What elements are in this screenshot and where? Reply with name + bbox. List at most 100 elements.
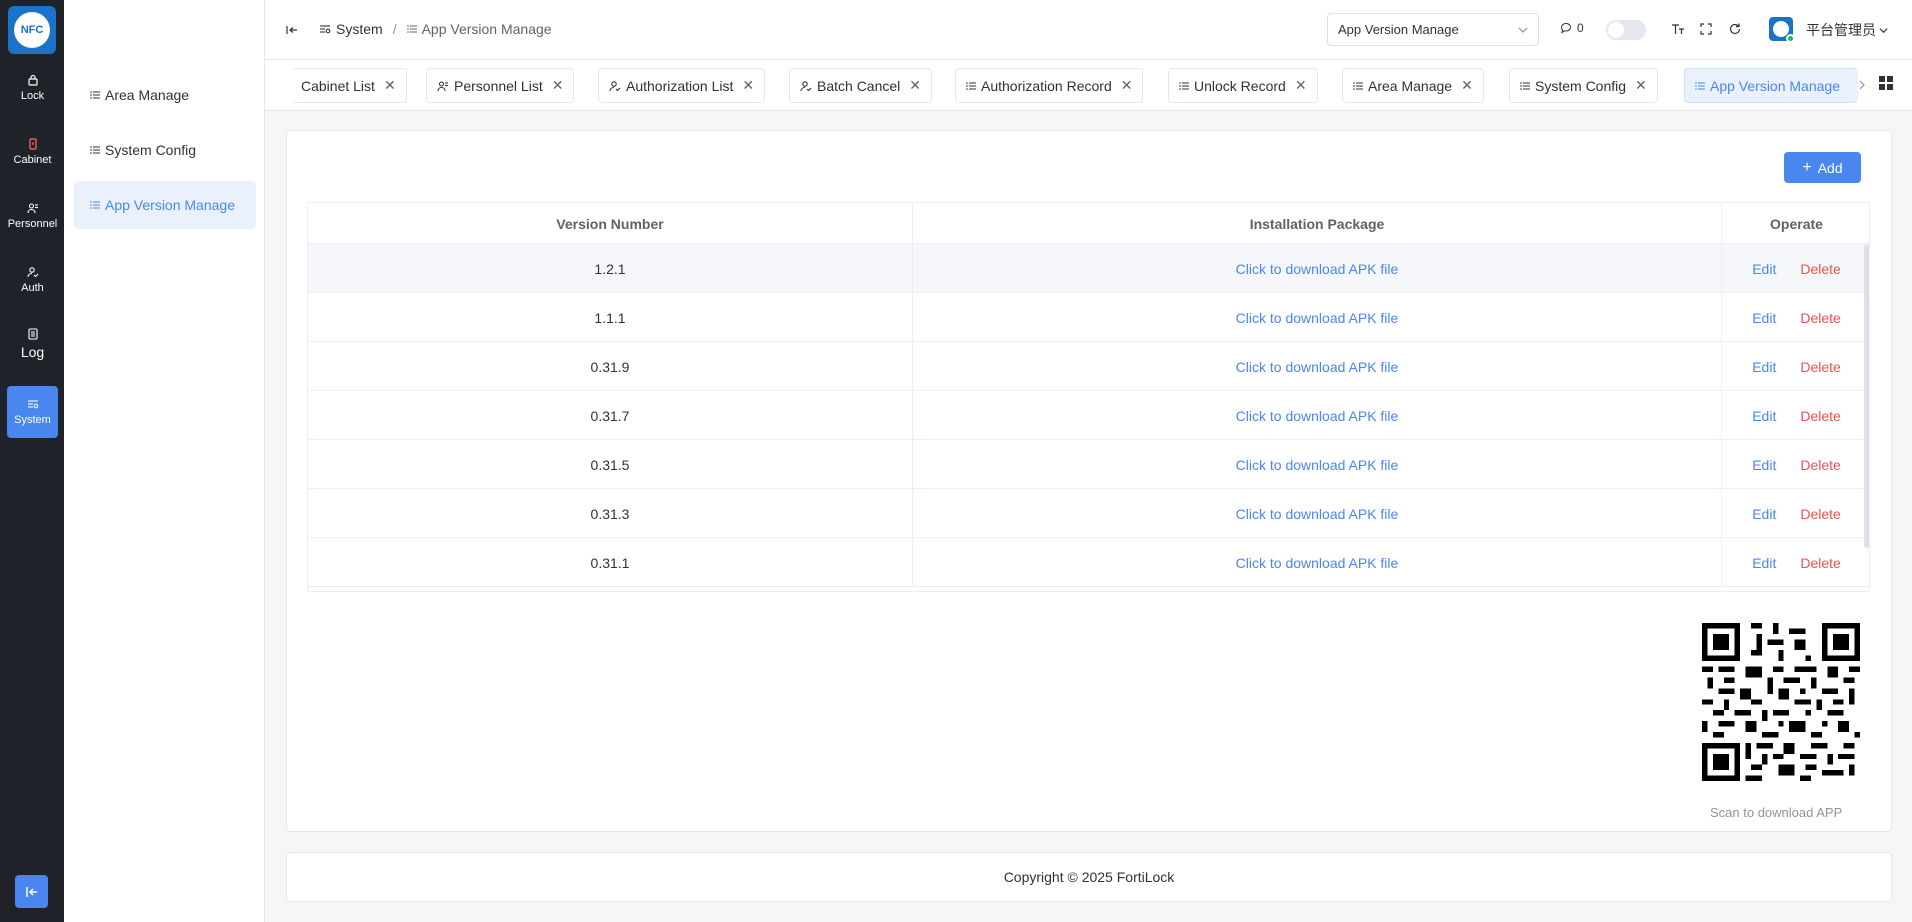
delete-button[interactable]: Delete bbox=[1800, 359, 1840, 375]
close-icon[interactable]: ✕ bbox=[1295, 77, 1307, 94]
submenu-item-system-config[interactable]: System Config bbox=[74, 126, 256, 174]
user-menu[interactable]: 平台管理员 bbox=[1806, 20, 1888, 40]
add-button[interactable]: + Add bbox=[1784, 152, 1861, 183]
message-icon bbox=[1560, 22, 1572, 34]
fold-sidebar-icon[interactable] bbox=[285, 23, 299, 37]
tab-personnel-list[interactable]: Personnel List ✕ bbox=[426, 68, 575, 103]
list-icon bbox=[1179, 81, 1189, 90]
download-apk-link[interactable]: Click to download APK file bbox=[1236, 457, 1399, 473]
download-apk-link[interactable]: Click to download APK file bbox=[1236, 408, 1399, 424]
user-name: 平台管理员 bbox=[1806, 22, 1876, 38]
delete-button[interactable]: Delete bbox=[1800, 506, 1840, 522]
list-icon bbox=[406, 25, 417, 33]
download-apk-link[interactable]: Click to download APK file bbox=[1236, 310, 1399, 326]
close-icon[interactable]: ✕ bbox=[742, 77, 754, 94]
breadcrumb-label: App Version Manage bbox=[421, 21, 552, 37]
tabs-bar: Cabinet List ✕ Personnel List ✕ Authoriz… bbox=[265, 60, 1912, 111]
collapse-left-icon bbox=[25, 886, 37, 897]
table-row: 0.31.7 Click to download APK file Edit De… bbox=[308, 391, 1869, 440]
cabinet-icon bbox=[28, 138, 37, 150]
online-status-dot bbox=[1786, 34, 1795, 43]
plus-icon: + bbox=[1802, 158, 1812, 176]
breadcrumb-separator: / bbox=[392, 21, 397, 37]
menu-search-select[interactable]: App Version Manage bbox=[1327, 13, 1539, 46]
version-table: Version Number Installation Package Oper… bbox=[307, 202, 1870, 592]
edit-button[interactable]: Edit bbox=[1752, 408, 1776, 424]
breadcrumb-item-current: App Version Manage bbox=[406, 21, 552, 37]
breadcrumb-item-system[interactable]: System bbox=[319, 21, 383, 37]
rail-item-label: Cabinet bbox=[13, 154, 52, 166]
download-apk-link[interactable]: Click to download APK file bbox=[1236, 555, 1399, 571]
version-cell: 0.31.5 bbox=[308, 440, 913, 489]
column-header-operate: Operate bbox=[1770, 215, 1823, 232]
edit-button[interactable]: Edit bbox=[1752, 261, 1776, 277]
close-icon[interactable]: ✕ bbox=[1461, 77, 1473, 94]
collapse-menu-button[interactable] bbox=[15, 875, 48, 908]
rail-item-label: Log bbox=[20, 344, 45, 360]
table-scrollbar[interactable] bbox=[1864, 245, 1869, 548]
rail-item-system[interactable]: System bbox=[7, 386, 58, 438]
table-row: 0.31.9 Click to download APK file Edit De… bbox=[308, 342, 1869, 391]
tab-cabinet-list[interactable]: Cabinet List ✕ bbox=[292, 68, 407, 103]
list-icon bbox=[1353, 81, 1363, 90]
edit-button[interactable]: Edit bbox=[1752, 359, 1776, 375]
column-header-version: Version Number bbox=[308, 203, 913, 244]
version-cell: 1.2.1 bbox=[308, 244, 913, 293]
submenu-item-label: System Config bbox=[105, 142, 197, 158]
tab-authorization-record[interactable]: Authorization Record ✕ bbox=[955, 68, 1144, 103]
notification-button[interactable]: 0 bbox=[1560, 21, 1584, 35]
rail-item-auth[interactable]: Auth bbox=[7, 254, 58, 306]
list-icon bbox=[90, 201, 100, 209]
theme-toggle[interactable] bbox=[1606, 20, 1646, 40]
close-icon[interactable]: ✕ bbox=[384, 77, 396, 94]
tab-authorization-list[interactable]: Authorization List ✕ bbox=[598, 68, 766, 103]
refresh-icon[interactable] bbox=[1728, 22, 1742, 36]
rail-item-personnel[interactable]: Personnel bbox=[7, 190, 58, 242]
submenu-item-area-manage[interactable]: Area Manage bbox=[74, 71, 256, 119]
personnel-icon bbox=[26, 203, 38, 214]
qr-caption: Scan to download APP bbox=[1710, 805, 1843, 820]
delete-button[interactable]: Delete bbox=[1800, 310, 1840, 326]
table-row: 0.31.1 Click to download APK file Edit De… bbox=[308, 538, 1869, 587]
delete-button[interactable]: Delete bbox=[1800, 261, 1840, 277]
tab-label: Unlock Record bbox=[1194, 77, 1286, 94]
delete-button[interactable]: Delete bbox=[1800, 555, 1840, 571]
edit-button[interactable]: Edit bbox=[1752, 310, 1776, 326]
list-icon bbox=[90, 146, 100, 154]
edit-button[interactable]: Edit bbox=[1752, 457, 1776, 473]
rail-item-cabinet[interactable]: Cabinet bbox=[7, 126, 58, 178]
lock-icon bbox=[27, 74, 38, 86]
grid-menu-icon[interactable] bbox=[1879, 76, 1893, 90]
system-icon bbox=[27, 400, 38, 409]
delete-button[interactable]: Delete bbox=[1800, 457, 1840, 473]
tab-area-manage[interactable]: Area Manage ✕ bbox=[1342, 68, 1484, 103]
download-qr-code bbox=[1702, 623, 1860, 781]
tab-app-version-manage[interactable]: App Version Manage bbox=[1684, 68, 1858, 103]
copyright-text: Copyright © 2025 FortiLock bbox=[1003, 869, 1175, 885]
font-size-icon[interactable] bbox=[1671, 22, 1685, 36]
rail-item-lock[interactable]: Lock bbox=[7, 62, 58, 114]
close-icon[interactable]: ✕ bbox=[1121, 77, 1133, 94]
delete-button[interactable]: Delete bbox=[1800, 408, 1840, 424]
fullscreen-icon[interactable] bbox=[1699, 22, 1713, 36]
tab-label: Cabinet List bbox=[301, 77, 375, 94]
close-icon[interactable]: ✕ bbox=[552, 77, 564, 94]
tab-system-config[interactable]: System Config ✕ bbox=[1509, 68, 1658, 103]
download-apk-link[interactable]: Click to download APK file bbox=[1236, 261, 1399, 277]
main-rail: NFC Lock Cabinet Personnel Auth Log Syst… bbox=[0, 0, 64, 922]
chevron-right-icon[interactable] bbox=[1856, 78, 1868, 92]
close-icon[interactable]: ✕ bbox=[909, 77, 921, 94]
auth-icon bbox=[800, 80, 812, 91]
version-cell: 0.31.3 bbox=[308, 489, 913, 538]
edit-button[interactable]: Edit bbox=[1752, 506, 1776, 522]
tab-batch-cancel[interactable]: Batch Cancel ✕ bbox=[789, 68, 933, 103]
submenu-item-app-version-manage[interactable]: App Version Manage bbox=[74, 181, 256, 229]
edit-button[interactable]: Edit bbox=[1752, 555, 1776, 571]
rail-item-log[interactable]: Log bbox=[7, 318, 58, 370]
close-icon[interactable]: ✕ bbox=[1635, 77, 1647, 94]
download-apk-link[interactable]: Click to download APK file bbox=[1236, 359, 1399, 375]
select-value: App Version Manage bbox=[1338, 22, 1459, 37]
tab-unlock-record[interactable]: Unlock Record ✕ bbox=[1168, 68, 1318, 103]
chevron-down-icon bbox=[1518, 27, 1528, 33]
download-apk-link[interactable]: Click to download APK file bbox=[1236, 506, 1399, 522]
